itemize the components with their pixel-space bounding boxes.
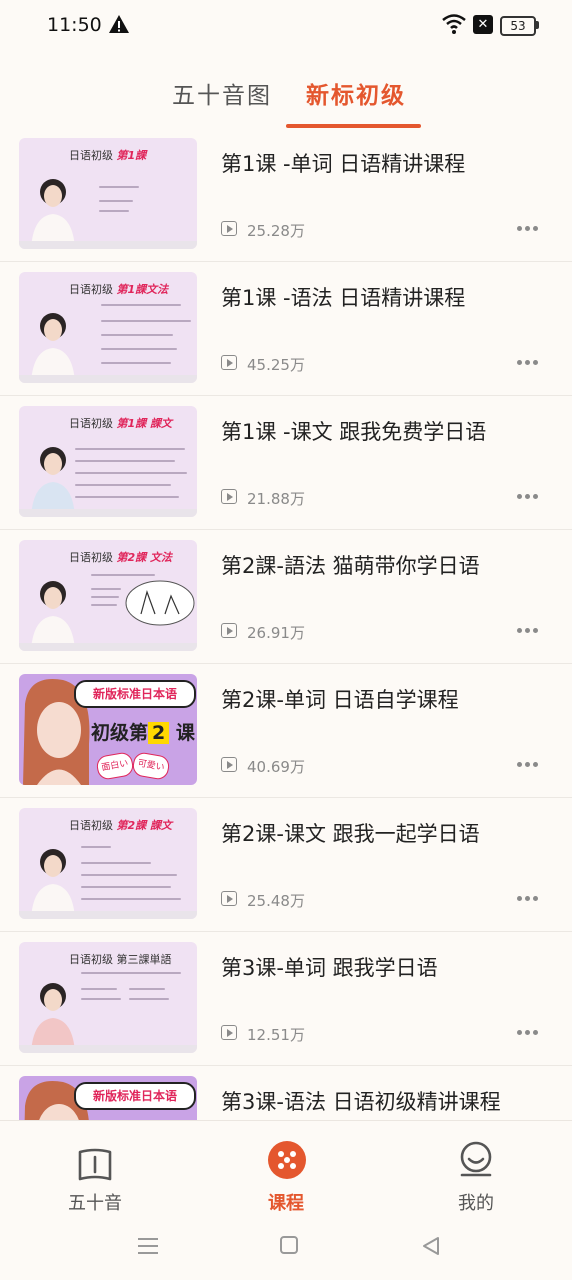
promo-heading: 初级第 2 课	[91, 722, 195, 744]
lesson-thumbnail: 日语初级 第1課 課文	[19, 406, 197, 517]
wifi-icon	[442, 14, 466, 34]
promo-pill: 新版标准日本语	[74, 680, 196, 708]
status-time: 11:50	[47, 14, 102, 36]
teacher-illustration	[31, 447, 75, 517]
lesson-title[interactable]: 第2课-课文 跟我一起学日语	[221, 818, 480, 848]
list-item[interactable]: 日语初级 第三課単語 第3课-单词 跟我学日语 12.51万	[0, 932, 572, 1066]
more-options-icon[interactable]	[517, 226, 539, 232]
lesson-title[interactable]: 第1课 -语法 日语精讲课程	[221, 282, 465, 312]
list-item[interactable]: 日语初级 第1課 第1课 -单词 日语精讲课程 25.28万	[0, 128, 572, 262]
play-icon	[221, 489, 237, 504]
more-options-icon[interactable]	[517, 1030, 539, 1036]
lesson-thumbnail: 日语初级 第三課単語	[19, 942, 197, 1053]
teacher-illustration	[31, 581, 75, 651]
list-item[interactable]: 日语初级 第1課 課文 第1课 -课文 跟我免费学日语 21.88万	[0, 396, 572, 530]
lesson-thumbnail: 新版标准日本语 初级第 2 课 面白い 可愛い	[19, 674, 197, 785]
bottom-navigation: 五十音 课程 我的	[0, 1120, 572, 1217]
play-icon	[221, 1025, 237, 1040]
play-icon	[221, 623, 237, 638]
tab-new-standard-beginner[interactable]: 新标初级	[306, 76, 406, 110]
thumb-header: 日语初级 第1課	[69, 149, 147, 162]
top-tabs: 五十音图 新标初级	[0, 60, 572, 130]
lesson-title[interactable]: 第1课 -单词 日语精讲课程	[221, 148, 465, 178]
status-bar: 11:50 ✕ 53	[0, 0, 572, 50]
play-icon	[221, 757, 237, 772]
profile-icon	[460, 1141, 492, 1177]
more-options-icon[interactable]	[517, 628, 539, 634]
thumb-header: 日语初级 第1課文法	[69, 283, 169, 296]
nav-courses[interactable]: 课程	[231, 1133, 341, 1214]
thumb-header: 日语初级 第1課 課文	[69, 417, 172, 430]
book-icon	[78, 1148, 112, 1181]
list-item[interactable]: 新版标准日本语 初级第 2 课 面白い 可愛い 第2课-单词 日语自学课程 40.…	[0, 664, 572, 798]
list-item[interactable]: 日语初级 第2課 課文 第2课-课文 跟我一起学日语 25.48万	[0, 798, 572, 932]
course-icon	[268, 1141, 306, 1179]
nav-label: 课程	[268, 1193, 304, 1214]
warning-icon	[109, 15, 129, 33]
lesson-thumbnail: 日语初级 第1課	[19, 138, 197, 249]
lesson-list[interactable]: 日语初级 第1課 第1课 -单词 日语精讲课程 25.28万 日语初级 第1課文…	[0, 128, 572, 1120]
lesson-thumbnail: 日语初级 第2課 文法	[19, 540, 197, 651]
lesson-title[interactable]: 第2課-語法 猫萌带你学日语	[221, 550, 480, 580]
thumb-header: 日语初级 第三課単語	[69, 953, 172, 966]
play-icon	[221, 221, 237, 236]
list-item[interactable]: 日语初级 第2課 文法 第2課-語法 猫萌带你学日语 26.91万	[0, 530, 572, 664]
more-options-icon[interactable]	[517, 896, 539, 902]
list-item[interactable]: 新版标准日本语 第3课-语法 日语初级精讲课程	[0, 1066, 572, 1120]
list-item[interactable]: 日语初级 第1課文法 第1课 -语法 日语精讲课程 45.25万	[0, 262, 572, 396]
battery-tip	[536, 21, 539, 29]
lesson-title[interactable]: 第1课 -课文 跟我免费学日语	[221, 416, 486, 446]
more-options-icon[interactable]	[517, 494, 539, 500]
more-options-icon[interactable]	[517, 360, 539, 366]
nav-label: 我的	[458, 1193, 494, 1214]
back-icon[interactable]	[421, 1236, 441, 1256]
play-icon	[221, 891, 237, 906]
nav-gojuon[interactable]: 五十音	[40, 1133, 150, 1214]
sketch-illustration	[125, 580, 195, 626]
tab-gojuon[interactable]: 五十音图	[172, 76, 272, 110]
thumb-header: 日语初级 第2課 文法	[69, 551, 172, 564]
system-navigation-bar	[0, 1216, 572, 1280]
home-icon[interactable]	[280, 1236, 298, 1254]
teacher-illustration	[31, 983, 75, 1053]
lesson-thumbnail: 日语初级 第1課文法	[19, 272, 197, 383]
promo-pill: 新版标准日本语	[74, 1082, 196, 1110]
battery-icon: 53	[500, 16, 536, 36]
lesson-title[interactable]: 第2课-单词 日语自学课程	[221, 684, 459, 714]
nav-label: 五十音	[68, 1193, 122, 1214]
more-options-icon[interactable]	[517, 762, 539, 768]
nav-profile[interactable]: 我的	[421, 1133, 531, 1214]
teacher-illustration	[31, 849, 75, 919]
teacher-illustration	[31, 313, 75, 383]
thumb-header: 日语初级 第2課 課文	[69, 819, 172, 832]
promo-tag: 面白い	[95, 751, 135, 781]
lesson-thumbnail: 日语初级 第2課 課文	[19, 808, 197, 919]
lesson-title[interactable]: 第3课-语法 日语初级精讲课程	[221, 1086, 501, 1116]
teacher-illustration	[31, 179, 75, 249]
play-icon	[221, 355, 237, 370]
promo-tag: 可愛い	[131, 751, 171, 781]
menu-icon[interactable]	[138, 1236, 158, 1256]
lesson-title[interactable]: 第3课-单词 跟我学日语	[221, 952, 438, 982]
notification-x-icon: ✕	[473, 15, 493, 34]
battery-level: 53	[510, 19, 526, 33]
lesson-thumbnail: 新版标准日本语	[19, 1076, 197, 1120]
